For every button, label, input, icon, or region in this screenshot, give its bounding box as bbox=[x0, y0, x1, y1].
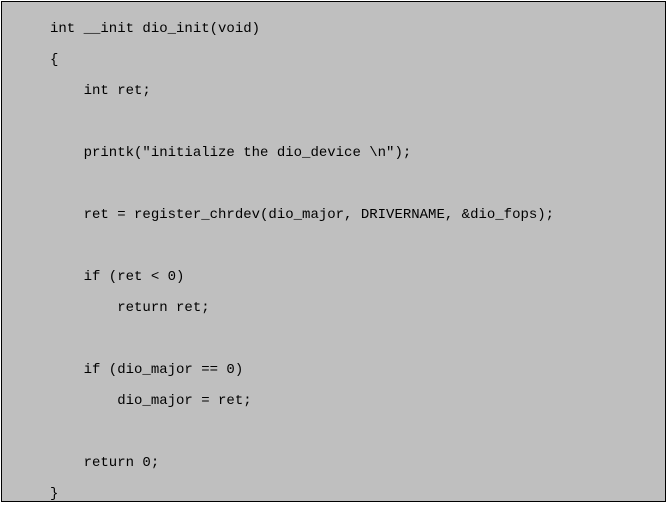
code-line: return 0; bbox=[50, 448, 657, 479]
code-line: ret = register_chrdev(dio_major, DRIVERN… bbox=[50, 200, 657, 231]
code-line bbox=[50, 324, 657, 355]
code-line bbox=[50, 231, 657, 262]
code-line: dio_major = ret; bbox=[50, 386, 657, 417]
code-line: { bbox=[50, 45, 657, 76]
code-line: if (dio_major == 0) bbox=[50, 355, 657, 386]
code-line: } bbox=[50, 479, 657, 510]
code-line: if (ret < 0) bbox=[50, 262, 657, 293]
code-line: printk("initialize the dio_device \n"); bbox=[50, 138, 657, 169]
code-listing-box: int __init dio_init(void) { int ret; pri… bbox=[1, 1, 666, 502]
code-line: int __init dio_init(void) bbox=[50, 14, 657, 45]
code-line bbox=[50, 169, 657, 200]
code-line: int ret; bbox=[50, 76, 657, 107]
code-line bbox=[50, 417, 657, 448]
code-line bbox=[50, 107, 657, 138]
code-line: return ret; bbox=[50, 293, 657, 324]
